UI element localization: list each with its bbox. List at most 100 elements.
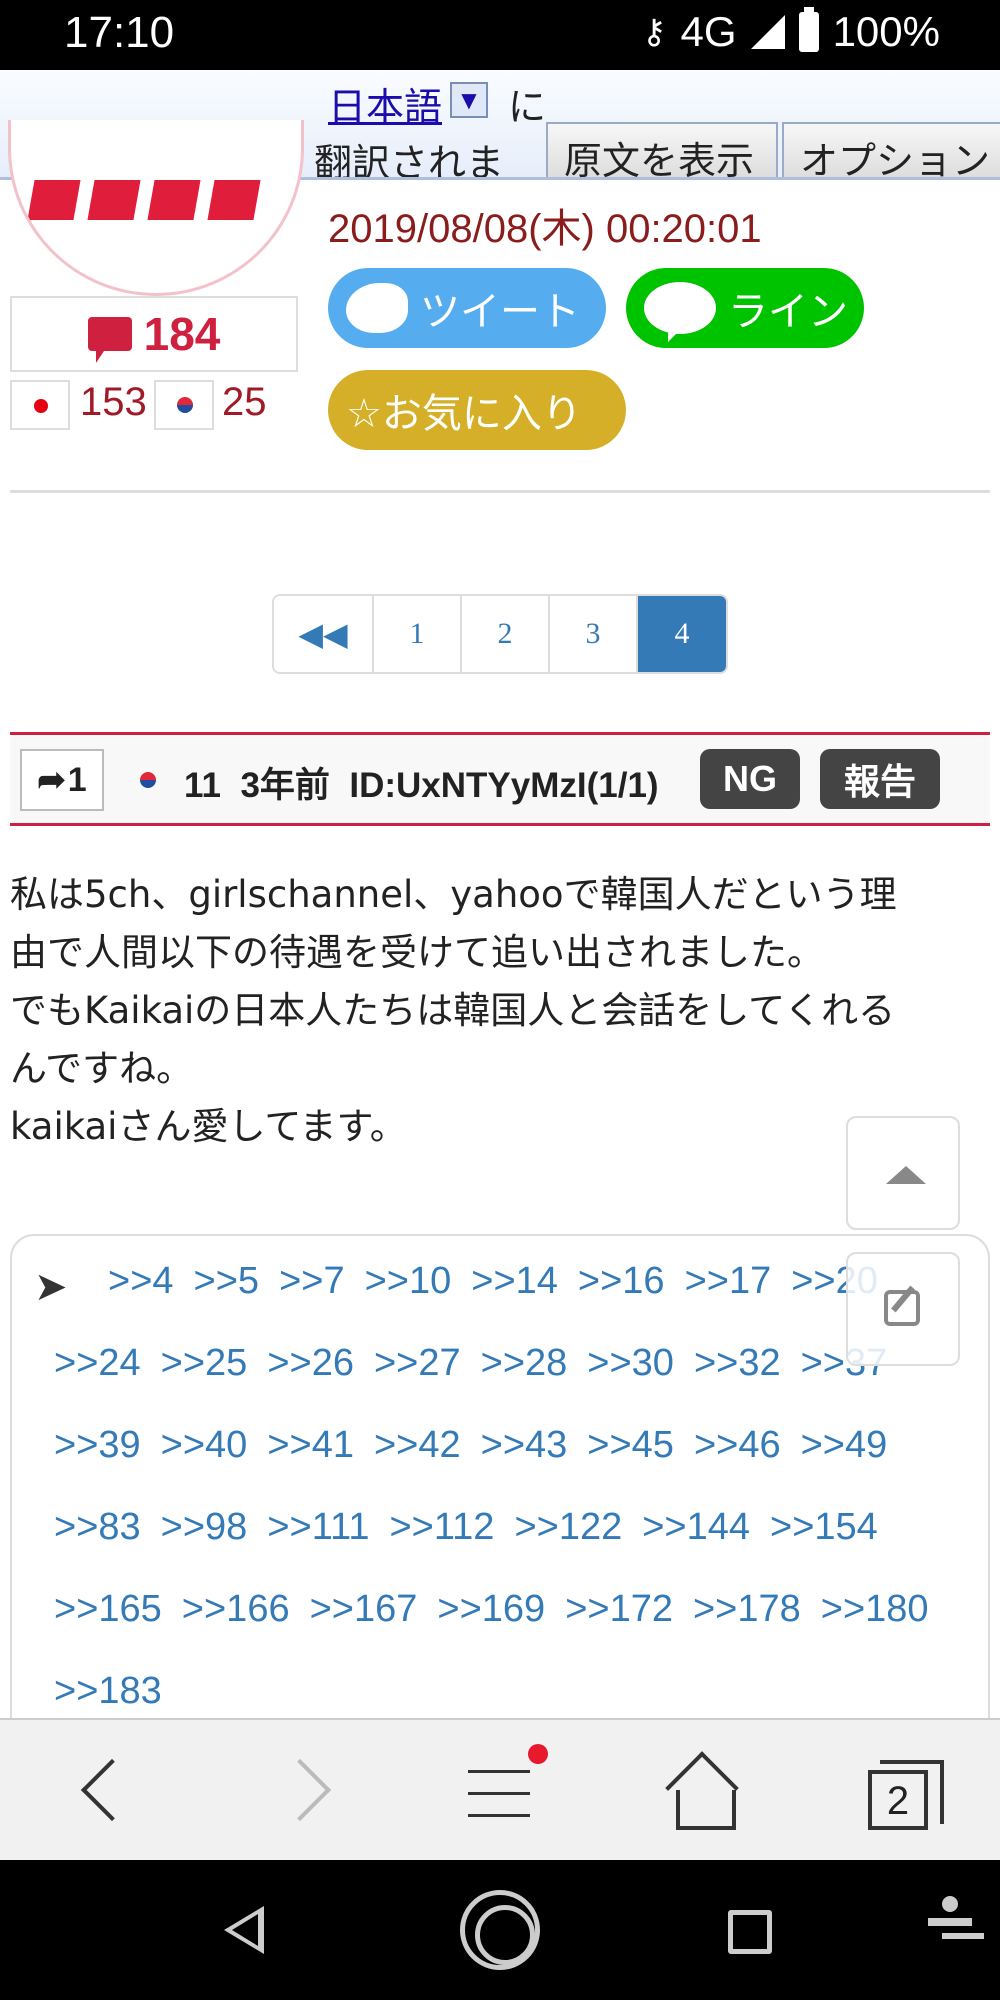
post-meta: 11 3年前 ID:UxNTYyMzI(1/1): [184, 757, 659, 808]
jp-comment-count: 153: [80, 380, 147, 424]
reply-row: >>39 >>40 >>41 >>42 >>43 >>45 >>46 >>49: [54, 1424, 887, 1467]
reply-link[interactable]: >>17: [685, 1260, 772, 1303]
reply-row: >>165 >>166 >>167 >>169 >>172 >>178 >>18…: [54, 1588, 929, 1631]
share-arrow-icon: ➦: [37, 761, 66, 799]
translated-label: 翻訳されま: [314, 141, 505, 180]
home-icon[interactable]: [660, 1756, 740, 1836]
reply-link[interactable]: >>24: [54, 1342, 141, 1385]
scroll-top-button[interactable]: [846, 1116, 960, 1230]
first-page-button[interactable]: ◀◀: [274, 596, 374, 672]
reply-link[interactable]: >>41: [267, 1424, 354, 1467]
avatar-logo: [27, 180, 291, 220]
post-body: 私は5ch、girlschannel、yahooで韓国人だという理 由で人間以下…: [10, 866, 990, 1156]
reply-link[interactable]: >>172: [565, 1588, 673, 1631]
compose-button[interactable]: [846, 1252, 960, 1366]
report-button[interactable]: 報告: [820, 749, 940, 809]
reply-row: >>183: [54, 1670, 162, 1713]
status-bar: 17:10 ⚷ 4G 100%: [0, 0, 1000, 70]
reply-link[interactable]: >>42: [374, 1424, 461, 1467]
reply-ref-button[interactable]: ➦ 1: [20, 749, 104, 811]
reply-link[interactable]: >>40: [161, 1424, 248, 1467]
reply-link[interactable]: >>30: [587, 1342, 674, 1385]
divider: [10, 490, 990, 493]
page-1[interactable]: 1: [374, 596, 462, 672]
options-button[interactable]: オプション: [782, 122, 1000, 177]
nav-home-icon[interactable]: [460, 1890, 540, 1970]
tweet-button[interactable]: ツイート: [328, 268, 606, 348]
reply-link[interactable]: >>39: [54, 1424, 141, 1467]
edit-icon: [884, 1290, 920, 1326]
comment-count-box[interactable]: 184: [10, 296, 298, 372]
reply-link[interactable]: >>178: [693, 1588, 801, 1631]
line-bubble-icon: [644, 282, 716, 342]
show-original-button[interactable]: 原文を表示: [546, 122, 778, 177]
page-4-active[interactable]: 4: [638, 596, 726, 672]
site-avatar: [8, 120, 304, 296]
reply-link[interactable]: >>183: [54, 1670, 162, 1713]
kr-comment-count: 25: [222, 380, 267, 424]
reply-link[interactable]: >>122: [514, 1506, 622, 1549]
reply-link[interactable]: >>165: [54, 1588, 162, 1631]
reply-link[interactable]: >>5: [194, 1260, 260, 1303]
replies-box: ➤ >>4 >>5 >>7 >>10 >>14 >>16 >>17 >>20 >…: [10, 1234, 990, 1754]
nav-recents-icon[interactable]: [728, 1910, 772, 1954]
reply-link[interactable]: >>112: [389, 1506, 494, 1549]
post-line: kaikaiさん愛してます。: [10, 1105, 407, 1148]
translate-particle: に: [508, 85, 547, 129]
reply-link[interactable]: >>25: [161, 1342, 248, 1385]
reply-link[interactable]: >>27: [374, 1342, 461, 1385]
paper-plane-icon: ➤: [34, 1264, 68, 1310]
reply-link[interactable]: >>7: [279, 1260, 345, 1303]
reply-link[interactable]: >>83: [54, 1506, 141, 1549]
tweet-label: ツイート: [420, 289, 580, 335]
post-id[interactable]: ID:UxNTYyMzI(1/1): [349, 766, 658, 805]
reply-link[interactable]: >>180: [821, 1588, 929, 1631]
post-number[interactable]: 11: [184, 766, 221, 805]
post-line: んですね。: [10, 1047, 194, 1090]
reply-link[interactable]: >>166: [182, 1588, 290, 1631]
reply-link[interactable]: >>169: [437, 1588, 545, 1631]
nav-back-icon[interactable]: [224, 1906, 264, 1954]
post-age: 3年前: [240, 766, 330, 805]
reply-ref-number: 1: [67, 760, 87, 799]
reply-link[interactable]: >>43: [481, 1424, 568, 1467]
reply-link[interactable]: >>98: [161, 1506, 248, 1549]
reply-link[interactable]: >>46: [694, 1424, 781, 1467]
triangle-up-icon: [886, 1166, 926, 1184]
reply-link[interactable]: >>10: [365, 1260, 452, 1303]
page-3[interactable]: 3: [550, 596, 638, 672]
reply-link[interactable]: >>144: [642, 1506, 750, 1549]
battery-level: 100%: [832, 8, 940, 55]
back-icon[interactable]: [62, 1756, 142, 1836]
reply-link[interactable]: >>28: [481, 1342, 568, 1385]
tabs-icon[interactable]: 2: [868, 1760, 944, 1830]
notification-dot: [528, 1744, 548, 1764]
reply-link[interactable]: >>26: [267, 1342, 354, 1385]
reply-link[interactable]: >>111: [267, 1506, 369, 1549]
favorite-button[interactable]: ☆お気に入り: [328, 370, 626, 450]
pagination: ◀◀ 1 2 3 4: [272, 594, 728, 674]
ng-button[interactable]: NG: [700, 749, 800, 809]
favorite-label: ☆お気に入り: [346, 391, 582, 437]
language-dropdown-icon[interactable]: ▼: [450, 82, 488, 118]
twitter-bird-icon: [346, 283, 408, 333]
korea-flag-icon: [154, 380, 214, 430]
reply-link[interactable]: >>16: [578, 1260, 665, 1303]
reply-link[interactable]: >>45: [587, 1424, 674, 1467]
android-nav-bar: [0, 1860, 1000, 2000]
reply-link[interactable]: >>14: [471, 1260, 558, 1303]
reply-link[interactable]: >>154: [770, 1506, 878, 1549]
network-type: 4G: [680, 8, 737, 55]
accessibility-icon[interactable]: [928, 1896, 972, 1966]
status-time: 17:10: [64, 8, 175, 57]
target-language-link[interactable]: 日本語: [328, 76, 442, 131]
post-line: 私は5ch、girlschannel、yahooで韓国人だという理: [10, 873, 897, 916]
reply-link[interactable]: >>167: [310, 1588, 418, 1631]
forward-icon[interactable]: [268, 1756, 348, 1836]
reply-link[interactable]: >>49: [801, 1424, 888, 1467]
line-share-button[interactable]: ライン: [626, 268, 864, 348]
menu-icon[interactable]: [458, 1744, 548, 1836]
reply-link[interactable]: >>4: [108, 1260, 174, 1303]
page-2[interactable]: 2: [462, 596, 550, 672]
reply-link[interactable]: >>32: [694, 1342, 781, 1385]
